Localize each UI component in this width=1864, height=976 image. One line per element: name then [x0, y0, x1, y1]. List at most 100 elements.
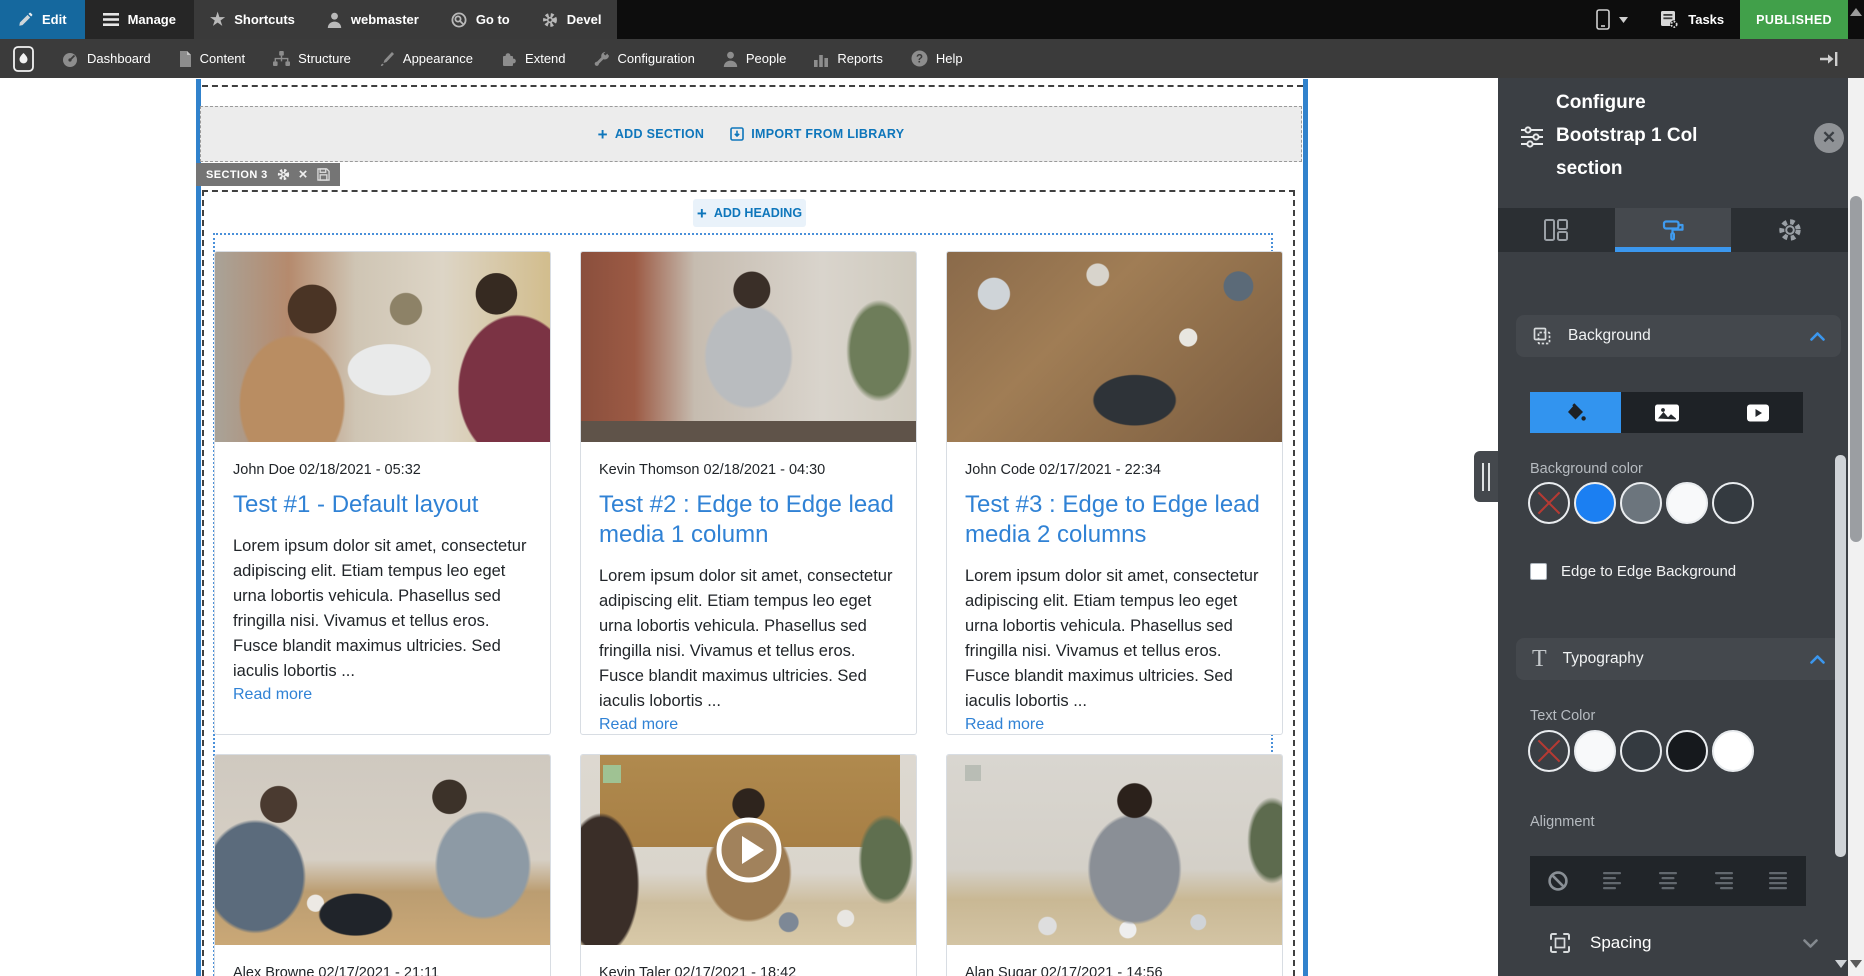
chevron-down-icon	[1803, 938, 1818, 948]
article-title-link[interactable]: Test #2 : Edge to Edge lead media 1 colu…	[599, 490, 898, 550]
article-card: John Doe 02/18/2021 - 05:32 Test #1 - De…	[214, 251, 551, 735]
article-title-link[interactable]: Test #3 : Edge to Edge lead media 2 colu…	[965, 490, 1264, 550]
add-heading-button[interactable]: + ADD HEADING	[693, 199, 806, 227]
align-center-option[interactable]	[1646, 859, 1690, 903]
close-panel-button[interactable]: ✕	[1814, 123, 1844, 153]
menu-content[interactable]: Content	[165, 39, 260, 78]
spacing-section-label: Spacing	[1590, 933, 1652, 952]
text-color-label: Text Color	[1530, 708, 1596, 724]
toolbar-collapse-button[interactable]	[1820, 39, 1838, 78]
menu-structure[interactable]: Structure	[259, 39, 365, 78]
article-video-thumbnail	[581, 755, 916, 945]
swatch-light[interactable]	[1666, 482, 1708, 524]
swatch-none[interactable]	[1528, 482, 1570, 524]
page-scrollbar-thumb[interactable]	[1850, 196, 1862, 542]
spacing-section-header[interactable]: Spacing	[1548, 931, 1818, 955]
tab-settings[interactable]	[1731, 208, 1848, 252]
configure-section-panel: Configure Bootstrap 1 Col section ✕ Back…	[1498, 78, 1848, 976]
goto-icon	[451, 12, 467, 28]
toolbar-shortcuts-button[interactable]: ★ Shortcuts	[194, 0, 311, 39]
swatch-dark[interactable]	[1712, 482, 1754, 524]
swatch-black[interactable]	[1666, 730, 1708, 772]
align-none-option[interactable]	[1536, 859, 1580, 903]
read-more-link[interactable]: Read more	[965, 716, 1044, 734]
article-title-link[interactable]: Test #1 - Default layout	[233, 490, 532, 520]
section-save-icon[interactable]	[317, 168, 330, 181]
caret-down-icon	[1619, 16, 1629, 23]
menu-reports[interactable]: Reports	[800, 39, 897, 78]
article-excerpt: Lorem ipsum dolor sit amet, consectetur …	[599, 567, 893, 710]
menu-help[interactable]: ? Help	[897, 39, 977, 78]
background-color-subtab[interactable]	[1530, 392, 1621, 433]
image-icon	[1654, 402, 1680, 424]
menu-dashboard[interactable]: Dashboard	[47, 39, 165, 78]
background-image-subtab[interactable]	[1621, 392, 1712, 433]
background-section-header[interactable]: Background	[1516, 315, 1841, 357]
drupal-home-button[interactable]	[0, 39, 47, 78]
play-button-icon[interactable]	[714, 815, 784, 885]
menu-appearance[interactable]: Appearance	[365, 39, 487, 78]
align-right-option[interactable]	[1701, 859, 1745, 903]
chevron-up-icon	[1810, 331, 1825, 341]
menu-help-label: Help	[935, 51, 963, 66]
menu-extend[interactable]: Extend	[487, 39, 579, 78]
add-section-label: ADD SECTION	[614, 127, 705, 141]
import-from-library-button[interactable]: IMPORT FROM LIBRARY	[730, 127, 904, 141]
admin-menu-tray: Dashboard Content Structure Appearance E…	[0, 39, 1864, 78]
swatch-blue[interactable]	[1574, 482, 1616, 524]
brush-icon	[379, 51, 395, 67]
toolbar-user-button[interactable]: webmaster	[311, 0, 435, 39]
edge-to-edge-checkbox-row[interactable]: Edge to Edge Background	[1530, 563, 1736, 580]
tab-layout[interactable]	[1498, 208, 1615, 252]
device-preview-button[interactable]	[1580, 0, 1644, 39]
typography-section-header[interactable]: T Typography	[1516, 638, 1841, 680]
article-image	[581, 252, 916, 442]
toolbar-manage-label: Manage	[127, 12, 176, 27]
published-status-button[interactable]: PUBLISHED	[1740, 0, 1848, 39]
align-justify-icon	[1764, 871, 1792, 891]
swatch-gray[interactable]	[1620, 482, 1662, 524]
toolbar-secondary-group: ★ Shortcuts webmaster Go to Devel	[193, 0, 618, 39]
panel-scrollbar-thumb[interactable]	[1835, 455, 1846, 857]
scroll-down-arrow[interactable]	[1850, 960, 1862, 968]
menu-content-label: Content	[199, 51, 246, 66]
toolbar-goto-button[interactable]: Go to	[435, 0, 526, 39]
swatch-none[interactable]	[1528, 730, 1570, 772]
panel-resize-handle[interactable]	[1474, 451, 1498, 502]
swatch-white[interactable]	[1712, 730, 1754, 772]
align-center-icon	[1654, 871, 1682, 891]
paint-roller-icon	[1661, 218, 1686, 242]
section-configure-gear-icon[interactable]	[277, 168, 290, 181]
toolbar-devel-button[interactable]: Devel	[526, 0, 618, 39]
tasks-button[interactable]: Tasks	[1644, 0, 1740, 39]
menu-people[interactable]: People	[709, 39, 800, 78]
edge-to-edge-checkbox[interactable]	[1530, 563, 1547, 580]
swatch-slate[interactable]	[1620, 730, 1662, 772]
background-video-subtab[interactable]	[1712, 392, 1803, 433]
align-justify-option[interactable]	[1756, 859, 1800, 903]
swatch-light[interactable]	[1574, 730, 1616, 772]
section-3-label: SECTION 3	[206, 168, 268, 181]
scroll-up-arrow[interactable]	[1850, 8, 1862, 16]
section-remove-icon[interactable]: ×	[299, 167, 308, 182]
panel-scroll-down-arrow[interactable]	[1835, 960, 1847, 968]
plus-icon: +	[696, 203, 707, 223]
menu-configuration[interactable]: Configuration	[580, 39, 709, 78]
tab-style[interactable]	[1614, 208, 1732, 252]
panel-title: Configure Bootstrap 1 Col section	[1556, 92, 1698, 179]
section-3-chip[interactable]: SECTION 3 ×	[196, 163, 340, 186]
toolbar-manage-button[interactable]: Manage	[84, 0, 194, 39]
read-more-link[interactable]: Read more	[599, 716, 678, 734]
article-meta: Kevin Taler 02/17/2021 - 18:42	[599, 965, 797, 976]
add-section-button[interactable]: + ADD SECTION	[598, 126, 705, 143]
read-more-link[interactable]: Read more	[233, 686, 312, 704]
add-heading-label: ADD HEADING	[713, 206, 803, 220]
section-boundary-right	[1303, 79, 1308, 976]
drupal-logo-icon	[13, 45, 34, 72]
typography-section-label: Typography	[1562, 650, 1644, 667]
align-left-option[interactable]	[1591, 859, 1635, 903]
layout-columns-icon	[1543, 218, 1569, 242]
article-card: Alan Sugar 02/17/2021 - 14:56	[946, 754, 1283, 976]
toolbar-edit-button[interactable]: Edit	[0, 0, 85, 39]
hamburger-icon	[102, 13, 119, 26]
